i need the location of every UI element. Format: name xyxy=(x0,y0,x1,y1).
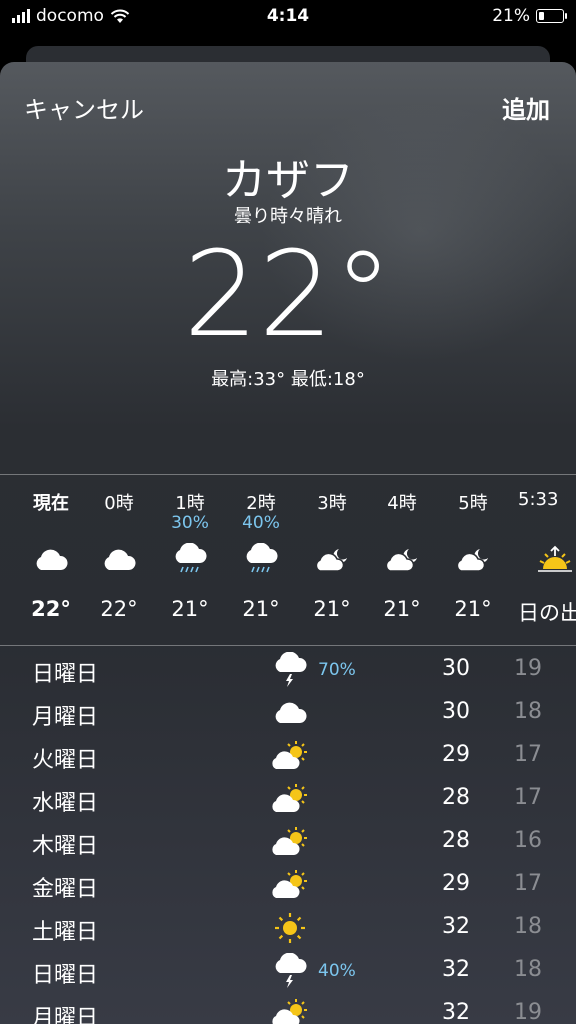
hour-temp: 22° xyxy=(100,597,138,621)
cloud-moon-icon xyxy=(456,549,488,572)
status-bar: docomo 4:14 21% xyxy=(0,0,576,34)
day-name: 月曜日 xyxy=(32,705,99,730)
hour-temp: 21° xyxy=(242,597,280,621)
hour-item: 0時 22° xyxy=(79,475,159,621)
day-low: 18 xyxy=(514,957,542,982)
hour-temp: 21° xyxy=(383,597,421,621)
day-high: 28 xyxy=(442,828,470,853)
weather-sheet: キャンセル 追加 カザフ 曇り時々晴れ 22° 最高:33° 最低:18° 現在… xyxy=(0,62,576,1024)
day-low: 17 xyxy=(514,785,542,810)
day-low: 18 xyxy=(514,699,542,724)
rain-cloud-icon xyxy=(246,543,278,573)
current-temperature: 22° xyxy=(183,225,393,363)
day-high: 32 xyxy=(442,914,470,939)
daily-forecast[interactable]: 日曜日 70% 30 19 月曜日 30 18 火曜日 29 17 水曜日 28… xyxy=(0,648,576,1024)
hour-label: 1時 xyxy=(175,493,205,514)
hour-item: 3時 21° xyxy=(292,475,372,621)
hour-label: 5:33 xyxy=(518,489,559,510)
day-row: 月曜日 30 18 xyxy=(0,691,576,734)
day-low: 16 xyxy=(514,828,542,853)
hour-precip xyxy=(79,513,159,535)
hour-temp: 日の出 xyxy=(518,601,576,625)
day-low: 17 xyxy=(514,871,542,896)
hour-precip xyxy=(518,513,576,535)
day-low: 18 xyxy=(514,914,542,939)
day-name: 木曜日 xyxy=(32,834,99,859)
partly-sunny-icon xyxy=(272,870,307,898)
day-high: 29 xyxy=(442,871,470,896)
cloud-icon xyxy=(104,549,136,570)
hour-label: 4時 xyxy=(387,493,417,514)
day-row: 火曜日 29 17 xyxy=(0,734,576,777)
day-high: 28 xyxy=(442,785,470,810)
sunrise-icon xyxy=(538,545,572,572)
hour-item: 1時 30% 21° xyxy=(150,475,230,621)
day-name: 水曜日 xyxy=(32,791,99,816)
partly-sunny-icon xyxy=(272,999,307,1024)
day-low: 19 xyxy=(514,1000,542,1024)
hour-item: 4時 21° xyxy=(362,475,442,621)
battery-percent: 21% xyxy=(492,6,530,26)
day-high: 32 xyxy=(442,957,470,982)
hour-precip: 30% xyxy=(171,513,209,533)
day-name: 金曜日 xyxy=(32,877,99,902)
day-row: 日曜日 70% 30 19 xyxy=(0,648,576,691)
thunder-cloud-icon xyxy=(275,953,307,988)
battery-icon xyxy=(536,9,567,23)
battery-group: 21% xyxy=(492,6,567,26)
day-name: 日曜日 xyxy=(32,662,99,687)
hour-temp: 21° xyxy=(454,597,492,621)
hour-precip xyxy=(433,513,513,535)
day-precip: 70% xyxy=(318,660,356,680)
cloud-moon-icon xyxy=(385,549,417,572)
divider-bottom xyxy=(0,645,576,646)
add-button[interactable]: 追加 xyxy=(502,90,550,125)
partly-sunny-icon xyxy=(272,827,307,855)
cancel-button[interactable]: キャンセル xyxy=(24,90,144,125)
clock: 4:14 xyxy=(266,6,310,26)
day-high: 30 xyxy=(442,656,470,681)
cloud-icon xyxy=(275,702,307,723)
day-row: 水曜日 28 17 xyxy=(0,777,576,820)
day-row: 日曜日 40% 32 18 xyxy=(0,949,576,992)
hour-label: 2時 xyxy=(246,493,276,514)
day-name: 日曜日 xyxy=(32,963,99,988)
partly-sunny-icon xyxy=(272,784,307,812)
hour-label: 0時 xyxy=(104,493,134,514)
day-low: 17 xyxy=(514,742,542,767)
day-name: 火曜日 xyxy=(32,748,99,773)
city-name: カザフ xyxy=(222,155,354,206)
day-row: 木曜日 28 16 xyxy=(0,820,576,863)
hour-precip: 40% xyxy=(242,513,280,533)
cloud-moon-icon xyxy=(315,549,347,572)
day-name: 月曜日 xyxy=(32,1006,99,1024)
hour-precip xyxy=(362,513,442,535)
hour-label: 3時 xyxy=(317,493,347,514)
hour-item: 2時 40% 21° xyxy=(221,475,301,621)
day-high: 32 xyxy=(442,1000,470,1024)
hour-temp: 21° xyxy=(313,597,351,621)
day-row: 月曜日 32 19 xyxy=(0,992,576,1024)
day-row: 金曜日 29 17 xyxy=(0,863,576,906)
hour-item: 5時 21° xyxy=(433,475,513,621)
hour-temp: 21° xyxy=(171,597,209,621)
day-high: 30 xyxy=(442,699,470,724)
rain-cloud-icon xyxy=(175,543,207,573)
day-name: 土曜日 xyxy=(32,920,99,945)
day-high: 29 xyxy=(442,742,470,767)
partly-sunny-icon xyxy=(272,741,307,769)
sun-icon xyxy=(275,913,305,943)
thunder-cloud-icon xyxy=(275,652,307,687)
high-low: 最高:33° 最低:18° xyxy=(211,369,365,390)
cloud-icon xyxy=(36,549,68,570)
hour-item: 5:33 日の出 xyxy=(518,475,576,627)
day-row: 土曜日 32 18 xyxy=(0,906,576,949)
hourly-forecast[interactable]: 現在 22° 0時 22° 1時 30% 21° 2時 40% 21° 3時 2… xyxy=(0,475,576,645)
hour-precip xyxy=(292,513,372,535)
day-precip: 40% xyxy=(318,961,356,981)
day-low: 19 xyxy=(514,656,542,681)
hour-label: 5時 xyxy=(458,493,488,514)
